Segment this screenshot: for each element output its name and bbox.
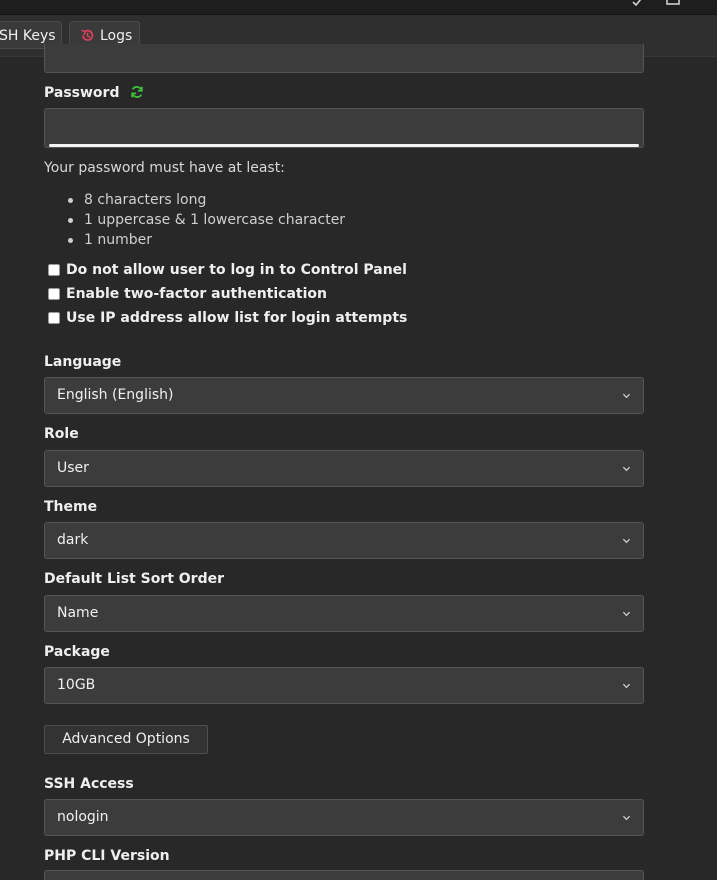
list-item: 8 characters long [64, 190, 345, 210]
php-cli-select[interactable] [44, 870, 644, 880]
list-item: 1 uppercase & 1 lowercase character [64, 210, 345, 230]
package-value: 10GB [57, 677, 96, 693]
username-input[interactable] [44, 44, 644, 73]
password-input[interactable] [44, 108, 644, 148]
theme-value: dark [57, 532, 89, 548]
refresh-icon[interactable] [130, 85, 144, 99]
language-select[interactable]: English (English) [44, 377, 644, 414]
sort-order-label: Default List Sort Order [44, 571, 225, 587]
password-label-text: Password [44, 85, 120, 101]
language-label: Language [44, 354, 122, 370]
disable-login-checkbox[interactable] [48, 264, 60, 276]
theme-label: Theme [44, 499, 98, 515]
two-factor-checkbox-row[interactable]: Enable two-factor authentication [48, 285, 327, 303]
language-value: English (English) [57, 387, 174, 403]
checkbox-label: Do not allow user to log in to Control P… [66, 262, 407, 278]
window-icon[interactable] [666, 0, 680, 8]
password-requirements: 8 characters long 1 uppercase & 1 lowerc… [64, 190, 345, 250]
role-value: User [57, 460, 89, 476]
advanced-options-button[interactable]: Advanced Options [44, 725, 208, 754]
checkbox-label: Enable two-factor authentication [66, 286, 327, 302]
history-icon [81, 29, 94, 41]
role-label: Role [44, 426, 79, 442]
check-icon[interactable] [632, 0, 644, 8]
sort-order-value: Name [57, 605, 99, 621]
ip-allow-list-checkbox[interactable] [48, 312, 60, 324]
ip-allow-list-checkbox-row[interactable]: Use IP address allow list for login atte… [48, 309, 407, 327]
chevron-down-icon [622, 683, 631, 689]
package-label: Package [44, 644, 110, 660]
sort-order-select[interactable]: Name [44, 595, 644, 632]
chevron-down-icon [622, 538, 631, 544]
ssh-access-label: SSH Access [44, 776, 134, 792]
tab-logs-label: Logs [100, 28, 133, 44]
checkbox-label: Use IP address allow list for login atte… [66, 310, 408, 326]
tab-ssh-keys-label: SH Keys [0, 28, 56, 44]
chevron-down-icon [622, 393, 631, 399]
password-strength-bar [49, 144, 639, 147]
chevron-down-icon [622, 611, 631, 617]
list-item: 1 number [64, 230, 345, 250]
top-toolbar [0, 0, 717, 15]
ssh-access-value: nologin [57, 809, 109, 825]
role-select[interactable]: User [44, 450, 644, 487]
package-select[interactable]: 10GB [44, 667, 644, 704]
two-factor-checkbox[interactable] [48, 288, 60, 300]
chevron-down-icon [622, 466, 631, 472]
password-hint: Your password must have at least: [44, 160, 285, 176]
ssh-access-select[interactable]: nologin [44, 799, 644, 836]
php-cli-label: PHP CLI Version [44, 848, 170, 864]
theme-select[interactable]: dark [44, 522, 644, 559]
chevron-down-icon [622, 815, 631, 821]
disable-login-checkbox-row[interactable]: Do not allow user to log in to Control P… [48, 261, 407, 279]
password-label: Password [44, 85, 144, 101]
